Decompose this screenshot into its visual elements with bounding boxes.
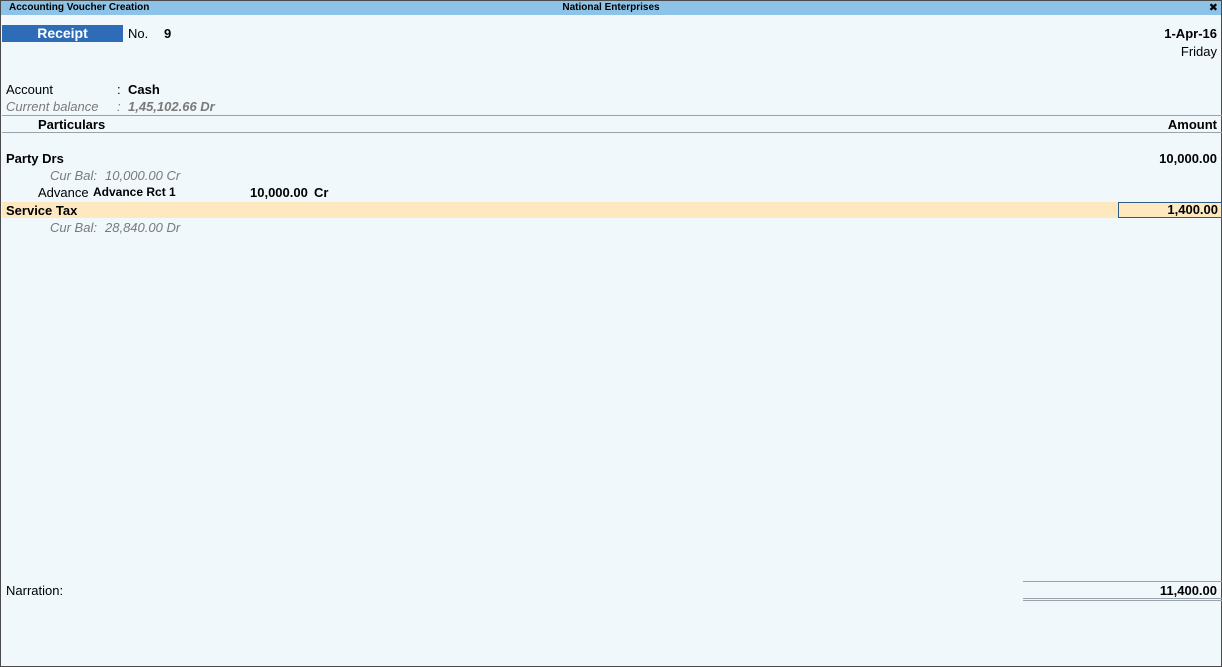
- ledger-party-drs[interactable]: Party Drs: [6, 151, 64, 166]
- total-rule-bottom: [1023, 598, 1222, 599]
- company-name: National Enterprises: [562, 2, 660, 13]
- amount-party-drs[interactable]: 10,000.00: [1159, 151, 1217, 166]
- voucher-day: Friday: [1180, 44, 1217, 59]
- cur-bal-label: Cur Bal:: [50, 168, 97, 183]
- header-divider-bottom: [2, 132, 1222, 133]
- voucher-window: Accounting Voucher Creation National Ent…: [0, 0, 1222, 667]
- bill-type[interactable]: Advance: [38, 185, 89, 200]
- total-amount: 11,400.00: [1159, 583, 1217, 598]
- bill-amount[interactable]: 10,000.00: [250, 185, 308, 200]
- cur-bal-value: 28,840.00 Dr: [105, 220, 181, 235]
- account-field[interactable]: Cash: [128, 82, 160, 97]
- voucher-number[interactable]: 9: [164, 26, 171, 41]
- total-rule-top: [1023, 581, 1222, 582]
- current-balance-label: Current balance: [6, 99, 99, 114]
- current-balance-value: 1,45,102.66 Dr: [128, 99, 215, 114]
- title-bar: Accounting Voucher Creation National Ent…: [1, 1, 1221, 15]
- narration-label[interactable]: Narration:: [6, 583, 63, 598]
- bill-drcr[interactable]: Cr: [314, 185, 328, 200]
- amount-header: Amount: [1167, 117, 1217, 132]
- header-divider-top: [2, 115, 1222, 116]
- ledger-service-tax[interactable]: Service Tax: [6, 203, 77, 218]
- bill-name[interactable]: Advance Rct 1: [93, 185, 176, 199]
- current-balance-separator: :: [117, 99, 121, 114]
- cur-bal-value: 10,000.00 Cr: [105, 168, 181, 183]
- amount-input-service-tax[interactable]: 1,400.00: [1118, 202, 1222, 218]
- account-separator: :: [117, 82, 121, 97]
- voucher-date[interactable]: 1-Apr-16: [1164, 26, 1217, 41]
- particulars-header: Particulars: [38, 117, 106, 132]
- close-icon[interactable]: ✖: [1209, 1, 1218, 15]
- total-rule-bottom-double: [1023, 600, 1222, 601]
- account-label: Account: [6, 82, 53, 97]
- voucher-type-button[interactable]: Receipt: [2, 25, 123, 42]
- active-row-highlight: [2, 202, 1222, 218]
- cur-bal-label: Cur Bal:: [50, 220, 97, 235]
- voucher-no-label: No.: [128, 26, 149, 41]
